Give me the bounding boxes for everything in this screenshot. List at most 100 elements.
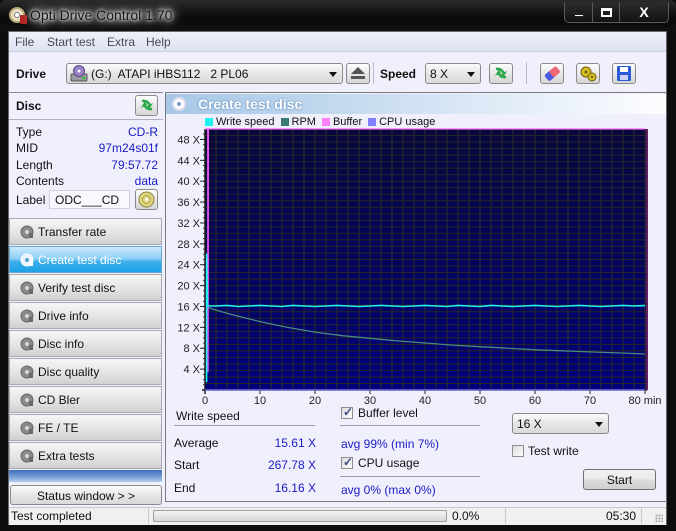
save-icon — [617, 66, 631, 81]
gears-icon — [580, 66, 597, 82]
test-write-checkbox[interactable]: ✓ — [512, 445, 524, 457]
app-disc-icon — [9, 7, 27, 24]
nav-item-extra-tests[interactable]: Extra tests — [9, 442, 162, 469]
progress-text: 0.0% — [452, 509, 480, 523]
nav-item-drive-info[interactable]: Drive info — [9, 302, 162, 329]
disc-type-value: CD-R — [128, 125, 158, 139]
cpu-usage-checkbox[interactable]: ✓ — [341, 455, 353, 469]
nav-item-label: Drive info — [38, 309, 89, 323]
y-tick-label: 20 X — [177, 281, 200, 293]
chevron-down-icon — [467, 72, 475, 77]
buffer-stats: avg 99% (min 7%) — [341, 437, 440, 451]
y-tick-label: 8 X — [183, 343, 200, 355]
maximize-icon — [600, 7, 612, 17]
nav-item-verify-test-disc[interactable]: Verify test disc — [9, 274, 162, 301]
progress-bar — [153, 510, 447, 522]
menu-help[interactable]: Help — [146, 35, 171, 49]
eject-icon — [351, 67, 365, 79]
nav-item-label: Create test disc — [38, 253, 122, 267]
eject-button[interactable] — [346, 63, 370, 84]
save-button[interactable] — [612, 63, 636, 84]
disc-label-key: Label — [16, 193, 46, 207]
disc-icon — [138, 191, 155, 208]
close-button[interactable]: X — [620, 2, 668, 22]
disc-gear-icon — [20, 337, 34, 351]
cpu-usage-label: CPU usage — [358, 456, 420, 470]
nav-item-label: FE / TE — [38, 421, 79, 435]
nav-item-create-test-disc[interactable]: Create test disc — [9, 246, 162, 273]
menu-extra[interactable]: Extra — [107, 35, 135, 49]
buffer-level-checkbox[interactable]: ✓ — [341, 405, 354, 419]
nav-strip — [9, 470, 162, 482]
divider — [9, 119, 163, 120]
y-tick-label: 4 X — [183, 364, 200, 376]
disc-label-field[interactable]: ODC___CD — [49, 190, 130, 209]
divider — [340, 425, 480, 426]
chevron-down-icon — [329, 72, 337, 77]
disc-label-button[interactable] — [135, 189, 158, 210]
minimize-icon — [573, 13, 584, 17]
drive-select[interactable]: (G:) ATAPI iHBS112 2 PL06 — [66, 63, 343, 84]
nav-item-disc-info[interactable]: Disc info — [9, 330, 162, 357]
disc-icon — [172, 97, 186, 111]
refresh-disc-button[interactable] — [135, 95, 158, 116]
disc-gear-icon — [20, 225, 34, 239]
x-tick-label: 10 — [254, 395, 266, 405]
disc-length-key: Length — [16, 158, 53, 172]
drive-icon — [70, 65, 88, 82]
speed-value: 8 X — [430, 67, 449, 81]
eraser-icon — [544, 66, 560, 81]
stat-start-value: 267.78 X — [267, 458, 316, 472]
stat-end-key: End — [174, 481, 196, 495]
stat-end-value: 16.16 X — [274, 481, 316, 495]
write-speed-select[interactable]: 16 X — [512, 413, 609, 434]
disc-label-value: ODC___CD — [55, 193, 120, 207]
nav-item-label: Transfer rate — [38, 225, 107, 239]
nav-item-label: Disc quality — [38, 365, 100, 379]
disc-mid-value: 97m24s01f — [98, 141, 158, 155]
maximize-button[interactable] — [593, 2, 620, 22]
chevron-down-icon — [595, 422, 603, 427]
speed-select[interactable]: 8 X — [425, 63, 481, 84]
x-tick-label: 30 — [364, 395, 376, 405]
disc-gear-icon — [20, 365, 34, 379]
nav-item-label: Disc info — [38, 337, 85, 351]
menu-file[interactable]: File — [15, 35, 34, 49]
start-button[interactable]: Start — [583, 469, 656, 490]
speed-label: Speed — [380, 67, 417, 81]
refresh-icon — [495, 67, 507, 79]
divider — [641, 508, 642, 524]
test-write-label: Test write — [528, 444, 579, 458]
toolbar-separator — [373, 62, 374, 84]
y-tick-label: 12 X — [177, 322, 200, 334]
disc-gear-icon — [20, 281, 34, 295]
y-tick-label: 16 X — [177, 301, 200, 313]
refresh-drive-button[interactable] — [489, 63, 513, 84]
x-tick-label: 60 — [529, 395, 541, 405]
nav-item-disc-quality[interactable]: Disc quality — [9, 358, 162, 385]
status-window-button[interactable]: Status window > > — [10, 485, 162, 505]
nav-item-fe-te[interactable]: FE / TE — [9, 414, 162, 441]
settings-button[interactable] — [576, 63, 600, 84]
y-tick-label: 28 X — [177, 239, 200, 251]
write-speed-title: Write speed — [176, 409, 240, 423]
y-tick-label: 32 X — [177, 218, 200, 230]
x-tick-label: 0 — [202, 395, 208, 405]
nav-item-transfer-rate[interactable]: Transfer rate — [9, 218, 162, 245]
stat-average-key: Average — [174, 436, 219, 450]
stat-average-value: 15.61 X — [274, 436, 316, 450]
resize-grip[interactable] — [655, 514, 663, 522]
erase-button[interactable] — [540, 63, 564, 84]
disc-gear-icon — [20, 393, 34, 407]
menu-start-test[interactable]: Start test — [47, 35, 95, 49]
minimize-button[interactable] — [565, 2, 593, 22]
nav-item-label: Verify test disc — [38, 281, 116, 295]
nav-item-cd-bler[interactable]: CD Bler — [9, 386, 162, 413]
drive-label: Drive — [16, 67, 47, 81]
drive-value: (G:) ATAPI iHBS112 2 PL06 — [91, 67, 249, 81]
checkmark-icon: ✓ — [343, 405, 354, 419]
write-speed-chart: 4 X 8 X 12 X 16 X 20 X 24 X 28 X 32 X 36 X 40 X 44… — [177, 128, 662, 405]
cpu-stats: avg 0% (max 0%) — [341, 483, 436, 497]
x-tick-label: 40 — [419, 395, 431, 405]
stat-start-key: Start — [174, 458, 200, 472]
